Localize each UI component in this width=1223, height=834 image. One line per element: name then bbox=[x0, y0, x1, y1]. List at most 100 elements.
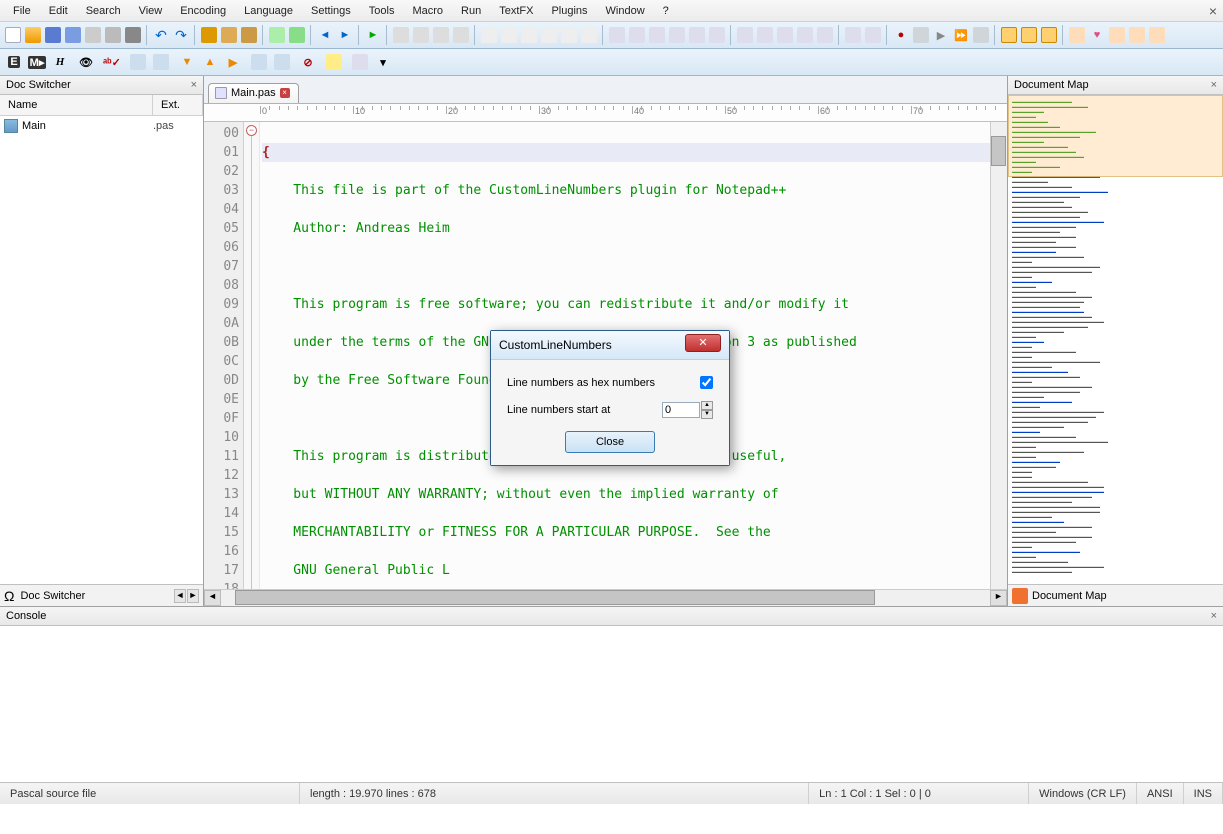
console-body[interactable] bbox=[0, 626, 1223, 782]
nav-fwd-icon[interactable]: ► bbox=[336, 26, 354, 44]
document-map-footer-icon[interactable] bbox=[1012, 588, 1028, 604]
plugin-highlight1-icon[interactable] bbox=[1000, 26, 1018, 44]
plugin-a-icon[interactable] bbox=[1068, 26, 1086, 44]
doc-switcher-footer-label[interactable]: Doc Switcher bbox=[20, 590, 85, 602]
bookmark-icon[interactable] bbox=[324, 53, 344, 71]
menu-plugins[interactable]: Plugins bbox=[542, 2, 596, 20]
show-all-char-icon[interactable] bbox=[480, 26, 498, 44]
plugin-highlight2-icon[interactable] bbox=[1020, 26, 1038, 44]
plugin-c-icon[interactable] bbox=[1128, 26, 1146, 44]
tab-main-pas[interactable]: Main.pas × bbox=[208, 83, 299, 103]
print-icon[interactable] bbox=[124, 26, 142, 44]
menu-language[interactable]: Language bbox=[235, 2, 302, 20]
doc-switcher-item[interactable]: Main .pas bbox=[0, 116, 203, 136]
copy-icon[interactable] bbox=[220, 26, 238, 44]
misc4-icon[interactable] bbox=[796, 26, 814, 44]
close-file-icon[interactable] bbox=[84, 26, 102, 44]
nppexec-icon[interactable]: ⊘ bbox=[298, 53, 318, 71]
find-icon[interactable] bbox=[268, 26, 286, 44]
udl-icon[interactable] bbox=[520, 26, 538, 44]
menu-settings[interactable]: Settings bbox=[302, 2, 360, 20]
plugin-heart-icon[interactable]: ♥ bbox=[1088, 26, 1106, 44]
menu-file[interactable]: File bbox=[4, 2, 40, 20]
fold-minus-icon[interactable]: − bbox=[246, 125, 257, 136]
document-map[interactable]: ▬▬▬▬▬▬▬▬▬▬▬▬▬▬▬▬▬▬▬▬▬▬▬▬▬▬▬▬▬▬▬▬▬▬▬▬▬▬▬▬… bbox=[1008, 95, 1223, 584]
menu-search[interactable]: Search bbox=[77, 2, 130, 20]
sync-scroll-icon[interactable] bbox=[432, 26, 450, 44]
func-list-icon[interactable] bbox=[560, 26, 578, 44]
document-map-viewport[interactable] bbox=[1008, 95, 1223, 177]
redo-icon[interactable]: ↷ bbox=[172, 26, 190, 44]
omega-icon[interactable]: Ω bbox=[4, 588, 14, 604]
status-ins[interactable]: INS bbox=[1184, 783, 1223, 804]
doc-switcher-col-ext[interactable]: Ext. bbox=[153, 95, 203, 115]
arrow-up-orange-icon[interactable]: ▲ bbox=[200, 53, 220, 71]
doc-map-icon[interactable] bbox=[540, 26, 558, 44]
save-macro-icon[interactable] bbox=[972, 26, 990, 44]
status-encoding[interactable]: ANSI bbox=[1137, 783, 1184, 804]
indent-guide-icon[interactable] bbox=[500, 26, 518, 44]
menu-edit[interactable]: Edit bbox=[40, 2, 77, 20]
eye-icon[interactable]: 👁 bbox=[76, 53, 96, 71]
spellcheck-icon[interactable]: ᵃᵇ✓ bbox=[102, 53, 122, 71]
list-icon[interactable] bbox=[272, 53, 292, 71]
dialog-close-icon[interactable]: ✕ bbox=[685, 334, 721, 352]
misc3-icon[interactable] bbox=[776, 26, 794, 44]
nav-down-icon[interactable] bbox=[128, 53, 148, 71]
zoom-in-icon[interactable] bbox=[392, 26, 410, 44]
play-macro-multi-icon[interactable]: ⏩ bbox=[952, 26, 970, 44]
hex-checkbox[interactable] bbox=[700, 376, 713, 389]
panel-arrow-right-icon[interactable]: ► bbox=[187, 589, 199, 603]
panel-icon[interactable] bbox=[249, 53, 269, 71]
menu-textfx[interactable]: TextFX bbox=[490, 2, 542, 20]
new-file-icon[interactable] bbox=[4, 26, 22, 44]
box-icon[interactable] bbox=[350, 53, 370, 71]
cut-icon[interactable] bbox=[200, 26, 218, 44]
record-macro-icon[interactable]: ● bbox=[892, 26, 910, 44]
uncomment-icon[interactable] bbox=[668, 26, 686, 44]
menu-tools[interactable]: Tools bbox=[360, 2, 404, 20]
stop-macro-icon[interactable] bbox=[912, 26, 930, 44]
arrow-down-orange-icon[interactable]: ▼ bbox=[177, 53, 197, 71]
hscroll-right-icon[interactable]: ► bbox=[990, 590, 1007, 606]
dialog-titlebar[interactable]: CustomLineNumbers ✕ bbox=[491, 331, 729, 360]
comment-icon[interactable] bbox=[648, 26, 666, 44]
outdent-icon[interactable] bbox=[628, 26, 646, 44]
start-at-input[interactable] bbox=[662, 402, 700, 418]
panel-arrow-left-icon[interactable]: ◄ bbox=[174, 589, 186, 603]
plugin-highlight3-icon[interactable] bbox=[1040, 26, 1058, 44]
undo-icon[interactable]: ↶ bbox=[152, 26, 170, 44]
document-map-footer-label[interactable]: Document Map bbox=[1032, 590, 1107, 602]
menu-run[interactable]: Run bbox=[452, 2, 490, 20]
save-icon[interactable] bbox=[44, 26, 62, 44]
explorer-icon[interactable]: E bbox=[4, 53, 24, 71]
zoom-out-icon[interactable] bbox=[412, 26, 430, 44]
grid1-icon[interactable] bbox=[844, 26, 862, 44]
vertical-scrollbar[interactable] bbox=[990, 122, 1007, 589]
spinner-down-icon[interactable]: ▼ bbox=[701, 410, 713, 419]
menu-window[interactable]: Window bbox=[597, 2, 654, 20]
hscroll-left-icon[interactable]: ◄ bbox=[204, 590, 221, 606]
plugin-d-icon[interactable] bbox=[1148, 26, 1166, 44]
horizontal-scrollbar[interactable]: ◄ ► bbox=[204, 589, 1007, 606]
console-close-icon[interactable]: × bbox=[1211, 610, 1217, 622]
indent-icon[interactable] bbox=[608, 26, 626, 44]
misc1-icon[interactable] bbox=[736, 26, 754, 44]
run-arrow-icon[interactable]: ► bbox=[364, 26, 382, 44]
arrow-right-orange-icon[interactable]: ▶ bbox=[223, 53, 243, 71]
grid2-icon[interactable] bbox=[864, 26, 882, 44]
align-right-icon[interactable] bbox=[708, 26, 726, 44]
spinner-up-icon[interactable]: ▲ bbox=[701, 401, 713, 410]
plugin-b-icon[interactable] bbox=[1108, 26, 1126, 44]
window-close-icon[interactable]: × bbox=[1209, 3, 1217, 19]
doc-switcher-close-icon[interactable]: × bbox=[191, 79, 197, 91]
replace-icon[interactable] bbox=[288, 26, 306, 44]
misc2-icon[interactable] bbox=[756, 26, 774, 44]
header-icon[interactable]: H bbox=[50, 53, 70, 71]
save-all-icon[interactable] bbox=[64, 26, 82, 44]
close-all-icon[interactable] bbox=[104, 26, 122, 44]
close-button[interactable]: Close bbox=[565, 431, 655, 453]
wordwrap-icon[interactable] bbox=[452, 26, 470, 44]
doc-switcher-col-name[interactable]: Name bbox=[0, 95, 153, 115]
menu-help[interactable]: ? bbox=[654, 2, 678, 20]
